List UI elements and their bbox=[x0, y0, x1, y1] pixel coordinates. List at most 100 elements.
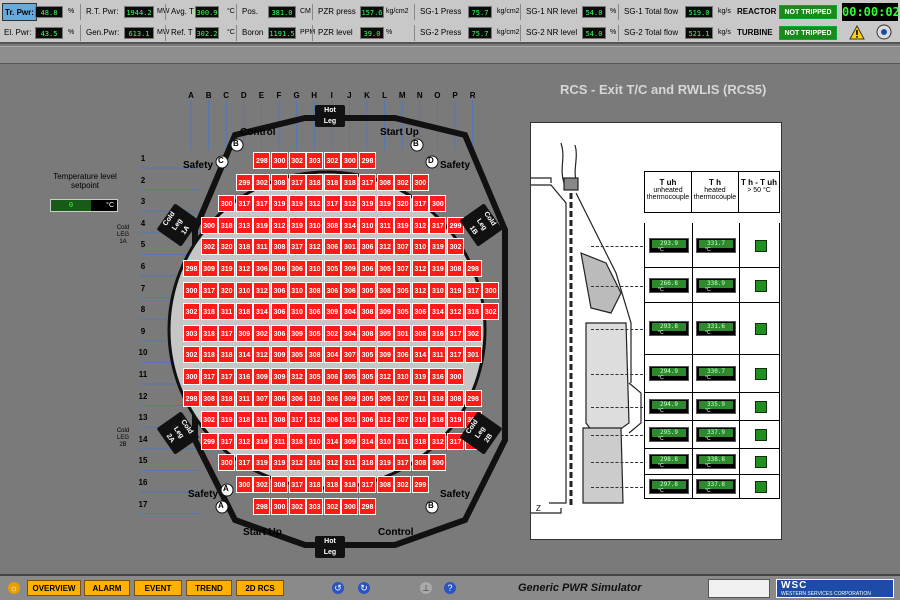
thermocouple-cell[interactable]: 303 bbox=[306, 497, 324, 515]
thermocouple-cell[interactable]: 306 bbox=[271, 260, 288, 277]
thermocouple-cell[interactable]: 313 bbox=[235, 216, 253, 234]
thermocouple-cell[interactable]: 303 bbox=[306, 152, 324, 169]
thermocouple-cell[interactable]: 317 bbox=[359, 476, 376, 493]
thermocouple-cell[interactable]: 305 bbox=[359, 368, 376, 385]
thermocouple-cell[interactable]: 312 bbox=[376, 238, 394, 256]
thermocouple-cell[interactable]: 319 bbox=[447, 281, 464, 299]
thermocouple-cell[interactable]: 318 bbox=[235, 411, 253, 429]
thermocouple-cell[interactable]: 307 bbox=[394, 411, 412, 429]
thermocouple-cell[interactable]: 314 bbox=[411, 346, 429, 364]
thermocouple-cell[interactable]: 319 bbox=[376, 195, 394, 213]
thermocouple-cell[interactable]: 306 bbox=[288, 389, 306, 407]
thermocouple-cell[interactable]: 300 bbox=[482, 281, 500, 299]
thermocouple-cell[interactable]: 317 bbox=[359, 173, 376, 191]
thermocouple-cell[interactable]: 319 bbox=[271, 454, 288, 472]
thermocouple-cell[interactable]: 318 bbox=[200, 346, 218, 364]
thermocouple-cell[interactable]: 305 bbox=[359, 346, 376, 364]
thermocouple-cell[interactable]: 302 bbox=[183, 346, 200, 364]
thermocouple-cell[interactable]: 319 bbox=[253, 216, 271, 234]
thermocouple-cell[interactable]: 304 bbox=[341, 324, 359, 342]
thermocouple-cell[interactable]: 307 bbox=[394, 238, 412, 256]
thermocouple-cell[interactable]: 311 bbox=[411, 389, 429, 407]
thermocouple-cell[interactable]: 306 bbox=[323, 238, 341, 256]
thermocouple-cell[interactable]: 319 bbox=[288, 195, 306, 213]
thermocouple-cell[interactable]: 308 bbox=[376, 476, 394, 493]
thermocouple-cell[interactable]: 311 bbox=[253, 238, 271, 256]
thermocouple-cell[interactable]: 308 bbox=[359, 324, 376, 342]
help-icon[interactable]: ? bbox=[444, 582, 456, 594]
thermocouple-cell[interactable]: 302 bbox=[183, 303, 200, 321]
nav-button-event[interactable]: EVENT bbox=[134, 580, 182, 596]
nav-button-alarm[interactable]: ALARM bbox=[84, 580, 130, 596]
thermocouple-cell[interactable]: 305 bbox=[288, 346, 306, 364]
thermocouple-cell[interactable]: 301 bbox=[464, 346, 482, 364]
thermocouple-cell[interactable]: 319 bbox=[359, 195, 376, 213]
thermocouple-cell[interactable]: 318 bbox=[200, 324, 218, 342]
thermocouple-cell[interactable]: 316 bbox=[429, 324, 447, 342]
thermocouple-cell[interactable]: 306 bbox=[271, 324, 288, 342]
thermocouple-cell[interactable]: 306 bbox=[323, 368, 341, 385]
thermocouple-cell[interactable]: 301 bbox=[341, 411, 359, 429]
thermocouple-cell[interactable]: 312 bbox=[235, 432, 253, 450]
thermocouple-cell[interactable]: 300 bbox=[183, 281, 200, 299]
thermocouple-cell[interactable]: 316 bbox=[429, 368, 447, 385]
thermocouple-cell[interactable]: 317 bbox=[429, 216, 447, 234]
thermocouple-cell[interactable]: 318 bbox=[200, 303, 218, 321]
thermocouple-cell[interactable]: 302 bbox=[323, 497, 341, 515]
thermocouple-cell[interactable]: 312 bbox=[253, 281, 271, 299]
thermocouple-cell[interactable]: 309 bbox=[253, 368, 271, 385]
thermocouple-cell[interactable]: 306 bbox=[359, 411, 376, 429]
thermocouple-cell[interactable]: 300 bbox=[183, 368, 200, 385]
thermocouple-cell[interactable]: 317 bbox=[288, 476, 306, 493]
thermocouple-cell[interactable]: 320 bbox=[394, 195, 412, 213]
thermocouple-cell[interactable]: 319 bbox=[376, 454, 394, 472]
thermocouple-cell[interactable]: 312 bbox=[306, 195, 324, 213]
thermocouple-cell[interactable]: 312 bbox=[235, 260, 253, 277]
thermocouple-cell[interactable]: 318 bbox=[323, 173, 341, 191]
thermocouple-cell[interactable]: 307 bbox=[394, 389, 412, 407]
thermocouple-cell[interactable]: 300 bbox=[341, 152, 359, 169]
thermocouple-cell[interactable]: 305 bbox=[359, 281, 376, 299]
thermocouple-cell[interactable]: 310 bbox=[429, 281, 447, 299]
thermocouple-cell[interactable]: 310 bbox=[411, 411, 429, 429]
pin-icon[interactable]: ⊥ bbox=[420, 582, 432, 594]
thermocouple-cell[interactable]: 306 bbox=[271, 303, 288, 321]
thermocouple-cell[interactable]: 312 bbox=[253, 346, 271, 364]
thermocouple-cell[interactable]: 312 bbox=[271, 216, 288, 234]
thermocouple-cell[interactable]: 310 bbox=[359, 216, 376, 234]
thermocouple-cell[interactable]: 303 bbox=[183, 324, 200, 342]
thermocouple-cell[interactable]: 308 bbox=[271, 173, 288, 191]
thermocouple-cell[interactable]: 312 bbox=[447, 303, 464, 321]
thermocouple-cell[interactable]: 309 bbox=[376, 346, 394, 364]
thermocouple-cell[interactable]: 318 bbox=[288, 432, 306, 450]
thermocouple-cell[interactable]: 317 bbox=[235, 195, 253, 213]
thermocouple-cell[interactable]: 302 bbox=[464, 324, 482, 342]
thermocouple-cell[interactable]: 310 bbox=[411, 238, 429, 256]
thermocouple-cell[interactable]: 317 bbox=[218, 432, 236, 450]
thermocouple-cell[interactable]: 301 bbox=[394, 324, 412, 342]
thermocouple-cell[interactable]: 318 bbox=[341, 476, 359, 493]
thermocouple-cell[interactable]: 312 bbox=[376, 368, 394, 385]
thermocouple-cell[interactable]: 310 bbox=[376, 432, 394, 450]
thermocouple-cell[interactable]: 309 bbox=[271, 346, 288, 364]
thermocouple-cell[interactable]: 300 bbox=[429, 195, 447, 213]
thermocouple-cell[interactable]: 312 bbox=[306, 411, 324, 429]
thermocouple-cell[interactable]: 308 bbox=[447, 260, 464, 277]
thermocouple-cell[interactable]: 300 bbox=[218, 454, 236, 472]
thermocouple-cell[interactable]: 300 bbox=[271, 497, 288, 515]
thermocouple-cell[interactable]: 314 bbox=[235, 346, 253, 364]
thermocouple-cell[interactable]: 305 bbox=[341, 368, 359, 385]
thermocouple-cell[interactable]: 318 bbox=[218, 389, 236, 407]
thermocouple-cell[interactable]: 314 bbox=[253, 303, 271, 321]
thermocouple-cell[interactable]: 306 bbox=[253, 260, 271, 277]
thermocouple-cell[interactable]: 302 bbox=[447, 238, 464, 256]
thermocouple-cell[interactable]: 302 bbox=[482, 303, 500, 321]
thermocouple-cell[interactable]: 318 bbox=[429, 389, 447, 407]
nav-button-trend[interactable]: TREND bbox=[186, 580, 232, 596]
thermocouple-cell[interactable]: 317 bbox=[253, 195, 271, 213]
thermocouple-cell[interactable]: 302 bbox=[288, 152, 306, 169]
thermocouple-cell[interactable]: 317 bbox=[288, 238, 306, 256]
thermocouple-cell[interactable]: 311 bbox=[271, 432, 288, 450]
thermocouple-cell[interactable]: 310 bbox=[306, 432, 324, 450]
thermocouple-cell[interactable]: 302 bbox=[323, 324, 341, 342]
